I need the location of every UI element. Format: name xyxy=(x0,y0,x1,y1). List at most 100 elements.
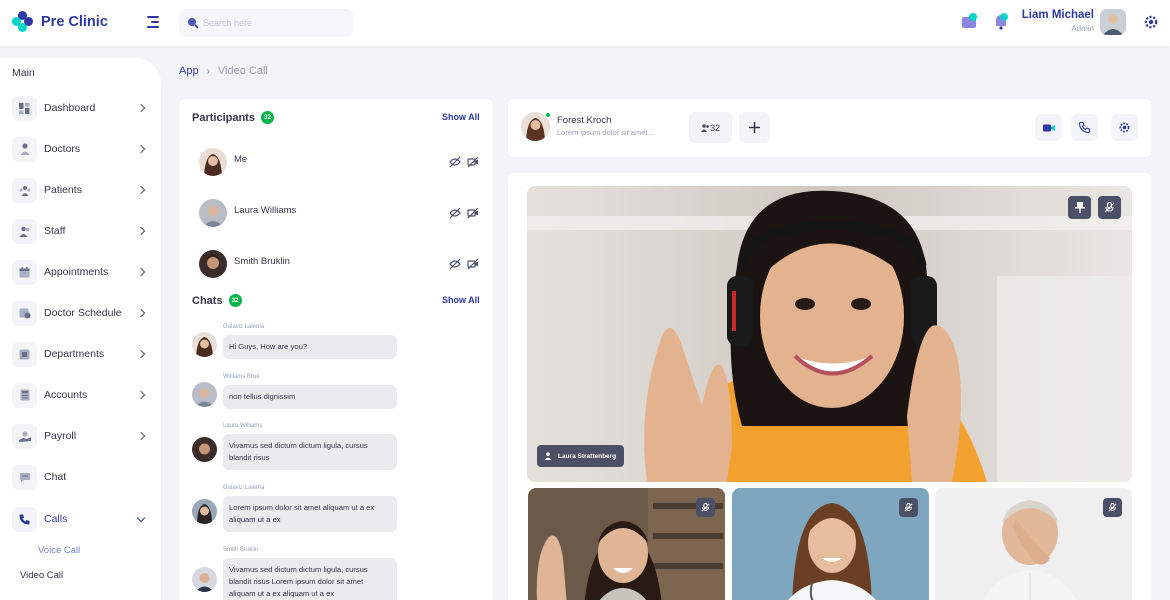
participant-row[interactable]: Smith Bruklin xyxy=(199,249,479,279)
online-status-dot xyxy=(545,112,551,118)
breadcrumb-parent[interactable]: App xyxy=(179,65,199,77)
app-logo[interactable]: Pre Clinic xyxy=(12,11,108,33)
doctor-icon xyxy=(12,136,37,162)
sidebar-item-staff[interactable]: Staff xyxy=(12,218,150,244)
mail-notification-icon[interactable] xyxy=(961,12,979,30)
sidebar-item-calls[interactable]: Calls xyxy=(12,506,150,532)
settings-icon[interactable] xyxy=(1144,15,1158,29)
sidebar-item-doctors[interactable]: Doctors xyxy=(12,136,150,162)
avatar xyxy=(192,437,217,462)
mute-mic-button[interactable] xyxy=(696,498,715,517)
search-input[interactable] xyxy=(203,18,343,28)
chat-icon xyxy=(12,464,37,490)
sidebar-item-label: Dashboard xyxy=(44,102,96,114)
sidebar-item-label: Accounts xyxy=(44,389,88,401)
patients-icon xyxy=(12,177,37,203)
mute-mic-button[interactable] xyxy=(1103,498,1122,517)
user-name[interactable]: Liam Michael xyxy=(1022,9,1094,21)
sidebar-item-label: Staff xyxy=(44,225,66,237)
sidebar-subitem-voice-call[interactable]: Voice Call xyxy=(38,545,80,556)
chevron-right-icon xyxy=(136,431,146,441)
participants-count-button[interactable]: 32 xyxy=(689,112,732,143)
sidebar-item-chat[interactable]: Chat xyxy=(12,464,150,490)
sidebar-subitem-video-call[interactable]: Video Call xyxy=(20,570,63,581)
video-call-button[interactable] xyxy=(1035,114,1062,141)
sidebar-item-label: Doctor Schedule xyxy=(44,307,122,319)
caller-name: Forest Kroch xyxy=(557,115,612,126)
search-icon xyxy=(188,18,199,29)
call-settings-button[interactable] xyxy=(1111,114,1138,141)
chevron-right-icon xyxy=(136,144,146,154)
chat-author: Galaviz Lalema xyxy=(223,324,265,330)
phone-icon xyxy=(1079,122,1090,133)
chevron-right-icon xyxy=(136,349,146,359)
participants-count-badge: 32 xyxy=(260,111,274,124)
sidebar-item-dashboard[interactable]: Dashboard xyxy=(12,95,150,121)
add-participant-button[interactable] xyxy=(739,112,770,143)
accounts-icon xyxy=(12,382,37,408)
chats-show-all-link[interactable]: Show All xyxy=(442,295,480,305)
user-icon xyxy=(544,452,552,460)
mic-off-icon xyxy=(701,503,710,512)
chevron-right-icon xyxy=(136,103,146,113)
sidebar: Main Dashboard Doctors Patients Staff Ap… xyxy=(0,58,161,600)
menu-toggle-icon[interactable] xyxy=(147,16,159,28)
search-box[interactable] xyxy=(179,9,353,37)
chat-message: Williams Bruk non tellus dignissim xyxy=(192,374,402,414)
department-icon xyxy=(12,341,37,367)
participants-title: Participants 32 xyxy=(192,111,274,124)
phone-icon xyxy=(12,506,37,532)
chats-title-text: Chats xyxy=(192,294,223,307)
main-video-feed[interactable] xyxy=(527,186,1132,482)
chevron-right-icon xyxy=(136,185,146,195)
mute-mic-button[interactable] xyxy=(899,498,918,517)
chat-message: Galaviz Lalema Lorem ipsum dolor sit ame… xyxy=(192,485,402,535)
participants-show-all-link[interactable]: Show All xyxy=(442,112,480,122)
participant-row[interactable]: Laura Williams xyxy=(199,198,479,228)
camera-off-icon[interactable] xyxy=(467,156,479,168)
sidebar-item-departments[interactable]: Departments xyxy=(12,341,150,367)
sidebar-item-label: Chat xyxy=(44,471,67,483)
avatar xyxy=(192,567,217,592)
camera-off-icon[interactable] xyxy=(467,207,479,219)
top-header: Pre Clinic Liam Michael Admin xyxy=(0,0,1170,46)
chats-title: Chats 32 xyxy=(192,294,242,307)
chat-bubble: Vivamus sed dictum dictum ligula, cursus… xyxy=(223,434,397,470)
chat-bubble: Vivamus sed dictum dictum ligula, cursus… xyxy=(223,558,397,600)
schedule-icon xyxy=(12,300,37,326)
chevron-right-icon xyxy=(136,308,146,318)
sidebar-item-doctor-schedule[interactable]: Doctor Schedule xyxy=(12,300,150,326)
mute-video-icon[interactable] xyxy=(449,156,461,168)
mute-mic-button[interactable] xyxy=(1098,196,1121,219)
mic-off-icon xyxy=(1108,503,1117,512)
avatar xyxy=(192,332,217,357)
breadcrumb: App › Video Call xyxy=(179,65,268,77)
voice-call-button[interactable] xyxy=(1071,114,1098,141)
plus-icon xyxy=(749,122,760,133)
user-avatar[interactable] xyxy=(1100,9,1126,35)
sidebar-item-patients[interactable]: Patients xyxy=(12,177,150,203)
sidebar-item-label: Payroll xyxy=(44,430,77,442)
users-icon xyxy=(700,123,709,132)
participant-row[interactable]: Me xyxy=(199,147,479,177)
sidebar-item-label: Doctors xyxy=(44,143,81,155)
mic-off-icon xyxy=(904,503,913,512)
pin-video-button[interactable] xyxy=(1068,196,1091,219)
participant-name: Smith Bruklin xyxy=(234,255,290,267)
sidebar-item-payroll[interactable]: Payroll xyxy=(12,423,150,449)
main-speaker-video xyxy=(527,186,1132,482)
sidebar-item-label: Departments xyxy=(44,348,105,360)
user-role: Admin xyxy=(1071,24,1094,33)
sidebar-item-label: Patients xyxy=(44,184,82,196)
calendar-icon xyxy=(12,259,37,285)
bell-notification-icon[interactable] xyxy=(992,12,1010,30)
chat-message: Galaviz Lalema Hi Guys, How are you? xyxy=(192,324,402,364)
sidebar-item-label: Appointments xyxy=(44,266,109,278)
app-name: Pre Clinic xyxy=(41,14,108,30)
dashboard-icon xyxy=(12,95,37,121)
mute-video-icon[interactable] xyxy=(449,258,461,270)
mute-video-icon[interactable] xyxy=(449,207,461,219)
sidebar-item-accounts[interactable]: Accounts xyxy=(12,382,150,408)
camera-off-icon[interactable] xyxy=(467,258,479,270)
sidebar-item-appointments[interactable]: Appointments xyxy=(12,259,150,285)
